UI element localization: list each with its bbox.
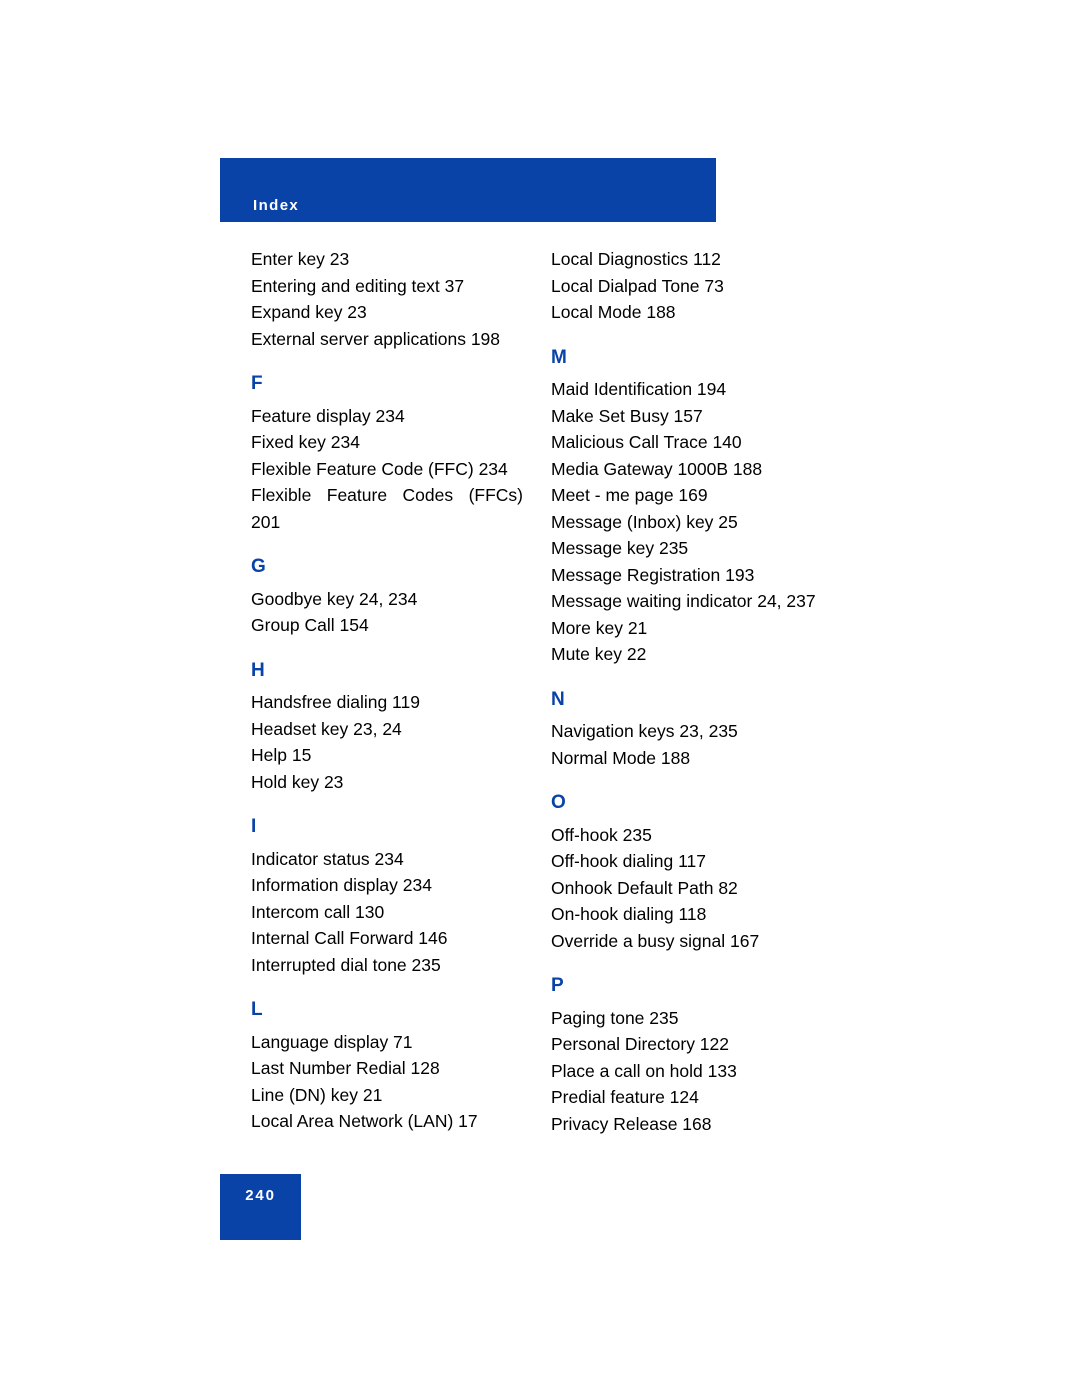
index-entry[interactable]: Personal Directory 122 xyxy=(551,1031,851,1058)
section-letter-h: H xyxy=(251,659,265,681)
index-section: P Paging tone 235 Personal Directory 122 Pl… xyxy=(551,973,851,1137)
index-entry[interactable]: Maid Identification 194 xyxy=(551,376,851,403)
index-entry[interactable]: Off-hook 235 xyxy=(551,822,851,849)
index-entry[interactable]: Local Dialpad Tone 73 xyxy=(551,273,851,300)
index-entry[interactable]: Meet - me page 169 xyxy=(551,482,851,509)
index-entry[interactable]: Line (DN) key 21 xyxy=(251,1082,523,1109)
index-header-banner: Index xyxy=(220,158,716,222)
index-entry[interactable]: Paging tone 235 xyxy=(551,1005,851,1032)
index-entry[interactable]: Indicator status 234 xyxy=(251,846,523,873)
index-entry[interactable]: Entering and editing text 37 xyxy=(251,273,523,300)
index-entry[interactable]: Local Mode 188 xyxy=(551,299,851,326)
index-entry[interactable]: Enter key 23 xyxy=(251,246,523,273)
index-entry[interactable]: Intercom call 130 xyxy=(251,899,523,926)
index-entry[interactable]: Place a call on hold 133 xyxy=(551,1058,851,1085)
section-letter-f: F xyxy=(251,373,263,394)
index-entry[interactable]: Media Gateway 1000B 188 xyxy=(551,456,851,483)
index-entry[interactable]: Flexible Feature Codes (FFCs) 201 xyxy=(251,482,523,535)
index-section: G Goodbye key 24, 234 Group Call 154 xyxy=(251,554,523,639)
section-letter-o: O xyxy=(551,792,566,813)
index-entry[interactable]: Override a busy signal 167 xyxy=(551,928,851,955)
index-entry[interactable]: Message Registration 193 xyxy=(551,562,851,589)
section-letter-l: L xyxy=(251,999,263,1020)
index-entry[interactable]: Internal Call Forward 146 xyxy=(251,925,523,952)
index-entry-line: Flexible Feature Codes (FFCs) xyxy=(251,485,523,505)
index-entry[interactable]: Feature display 234 xyxy=(251,403,523,430)
index-entry[interactable]: External server applications 198 xyxy=(251,326,523,353)
index-entry[interactable]: More key 21 xyxy=(551,615,851,642)
page-title: Index xyxy=(253,197,300,214)
section-letter-m: M xyxy=(551,346,567,368)
index-entry[interactable]: Message key 235 xyxy=(551,535,851,562)
index-entry[interactable]: Hold key 23 xyxy=(251,769,523,796)
index-entry[interactable]: Interrupted dial tone 235 xyxy=(251,952,523,979)
index-entry[interactable]: Predial feature 124 xyxy=(551,1084,851,1111)
section-letter-n: N xyxy=(551,688,565,710)
index-section: Enter key 23 Entering and editing text 37… xyxy=(251,246,523,352)
index-entry[interactable]: Message (Inbox) key 25 xyxy=(551,509,851,536)
index-entry[interactable]: Group Call 154 xyxy=(251,612,523,639)
index-entry[interactable]: Make Set Busy 157 xyxy=(551,403,851,430)
page-number: 240 xyxy=(245,1187,276,1204)
index-entry[interactable]: Goodbye key 24, 234 xyxy=(251,586,523,613)
index-entry[interactable]: Fixed key 234 xyxy=(251,429,523,456)
index-entry[interactable]: Normal Mode 188 xyxy=(551,745,851,772)
index-entry[interactable]: Navigation keys 23, 235 xyxy=(551,718,851,745)
index-column-right: Local Diagnostics 112 Local Dialpad Tone … xyxy=(551,246,851,1137)
section-letter-p: P xyxy=(551,975,564,996)
index-entry[interactable]: Help 15 xyxy=(251,742,523,769)
index-entry[interactable]: Information display 234 xyxy=(251,872,523,899)
index-entry[interactable]: Mute key 22 xyxy=(551,641,851,668)
index-section: M Maid Identification 194 Make Set Busy 15… xyxy=(551,345,851,668)
index-entry[interactable]: Local Diagnostics 112 xyxy=(551,246,851,273)
index-entry[interactable]: Headset key 23, 24 xyxy=(251,716,523,743)
index-entry[interactable]: Off-hook dialing 117 xyxy=(551,848,851,875)
index-entry[interactable]: Last Number Redial 128 xyxy=(251,1055,523,1082)
index-column-left: Enter key 23 Entering and editing text 37… xyxy=(251,246,523,1135)
section-letter-g: G xyxy=(251,556,266,577)
index-entry[interactable]: Handsfree dialing 119 xyxy=(251,689,523,716)
index-entry[interactable]: Onhook Default Path 82 xyxy=(551,875,851,902)
index-entry[interactable]: Privacy Release 168 xyxy=(551,1111,851,1138)
index-entry[interactable]: Local Area Network (LAN) 17 xyxy=(251,1108,523,1135)
index-entry[interactable]: Malicious Call Trace 140 xyxy=(551,429,851,456)
index-entry[interactable]: Expand key 23 xyxy=(251,299,523,326)
index-section: L Language display 71 Last Number Redial 1… xyxy=(251,997,523,1135)
index-section: O Off-hook 235 Off-hook dialing 117 Onhook … xyxy=(551,790,851,954)
index-entry[interactable]: Language display 71 xyxy=(251,1029,523,1056)
section-letter-i: I xyxy=(251,816,257,837)
index-section: H Handsfree dialing 119 Headset key 23, 24… xyxy=(251,658,523,796)
index-entry[interactable]: On-hook dialing 118 xyxy=(551,901,851,928)
index-entry[interactable]: Message waiting indicator 24, 237 xyxy=(551,588,851,615)
page-number-block: 240 xyxy=(220,1174,301,1240)
index-section: Local Diagnostics 112 Local Dialpad Tone … xyxy=(551,246,851,326)
index-section: N Navigation keys 23, 235 Normal Mode 188 xyxy=(551,687,851,772)
index-entry-line: 201 xyxy=(251,511,281,532)
index-section: F Feature display 234 Fixed key 234 Flexibl… xyxy=(251,371,523,535)
index-section: I Indicator status 234 Information display… xyxy=(251,814,523,978)
index-entry[interactable]: Flexible Feature Code (FFC) 234 xyxy=(251,456,523,483)
